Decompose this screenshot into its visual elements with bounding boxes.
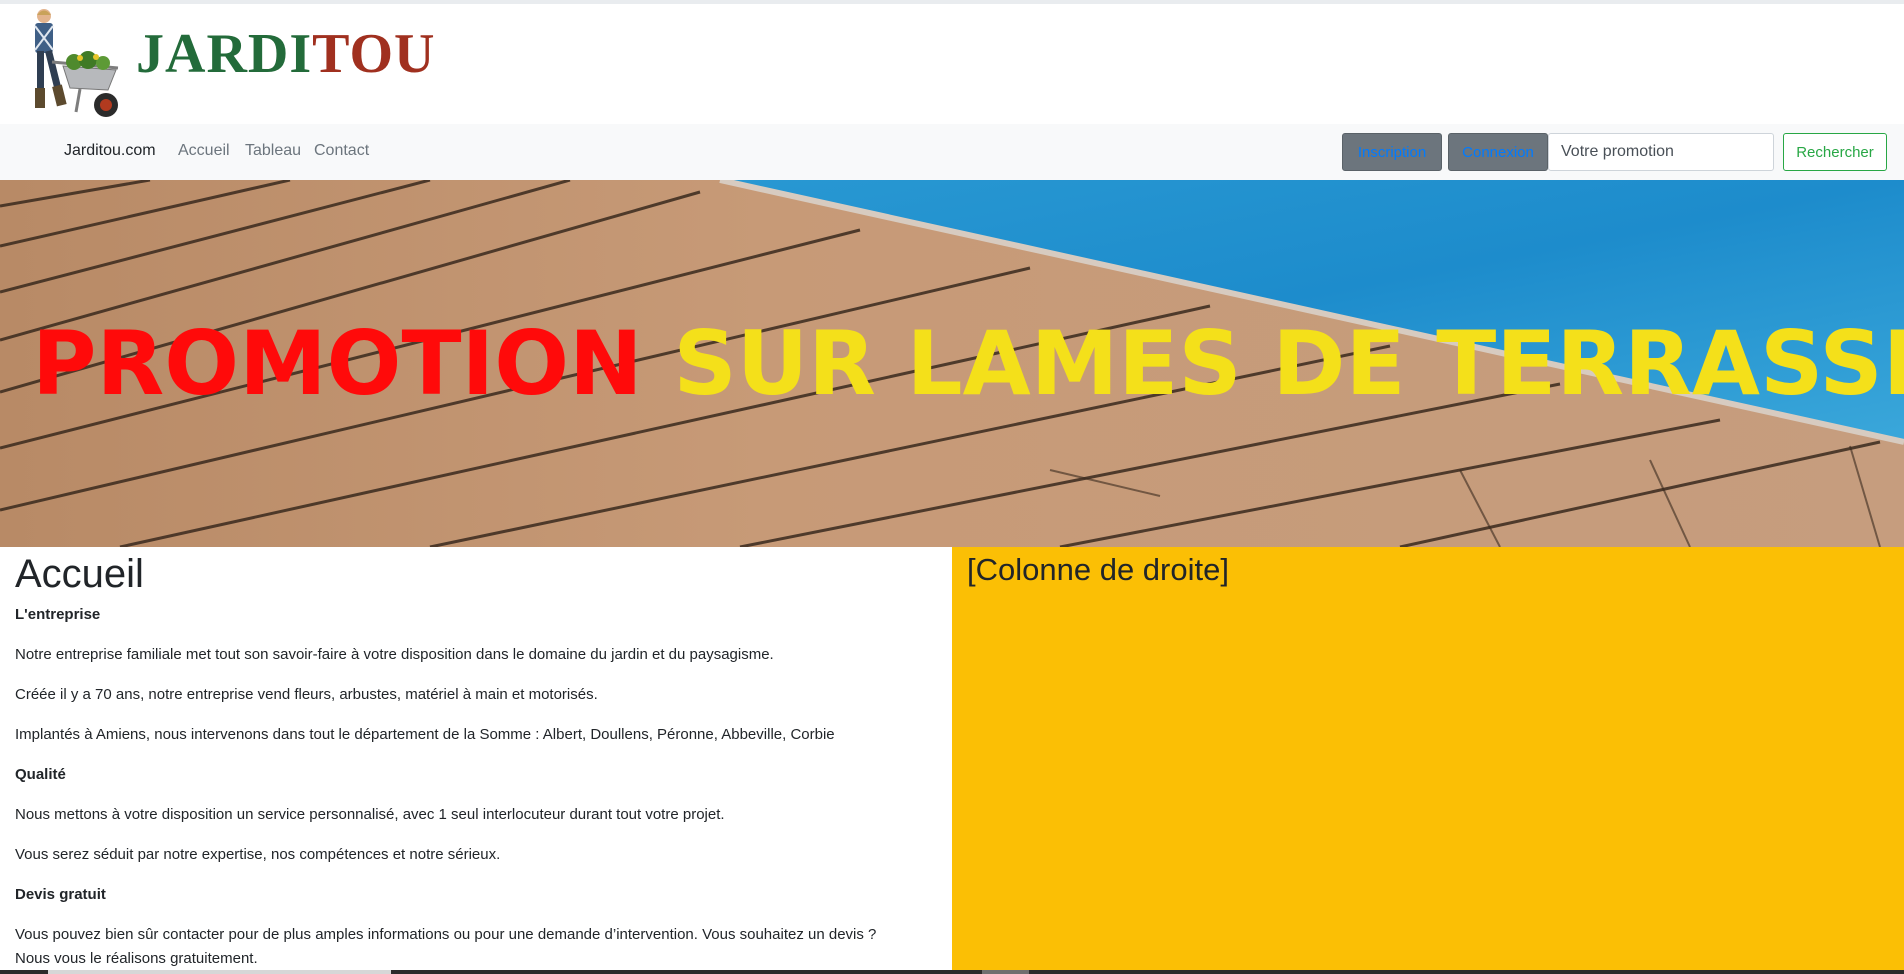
- right-column-title: [Colonne de droite]: [967, 552, 1229, 587]
- paragraph-qualite-1: Nous mettons à votre disposition un serv…: [15, 806, 725, 823]
- taskbar-strip: [0, 970, 1904, 974]
- paragraph-entreprise-1: Notre entreprise familiale met tout son …: [15, 646, 774, 663]
- promotion-banner: PROMOTION SUR LAMES DE TERRASSE: [0, 180, 1904, 547]
- taskbar-segment: [48, 970, 391, 974]
- section-heading-devis: Devis gratuit: [15, 886, 106, 903]
- inscription-button[interactable]: Inscription: [1342, 133, 1442, 171]
- main-navbar: Jarditou.com Accueil Tableau Contact Ins…: [0, 124, 1904, 180]
- paragraph-entreprise-2: Créée il y a 70 ans, notre entreprise ve…: [15, 686, 598, 703]
- logo-text-part-tou: TOU: [312, 23, 436, 85]
- banner-words-terrasse: SUR LAMES DE TERRASSE: [673, 312, 1904, 415]
- right-column: [Colonne de droite]: [952, 547, 1904, 970]
- paragraph-entreprise-3: Implantés à Amiens, nous intervenons dan…: [15, 726, 835, 743]
- gardener-wheelbarrow-logo-icon: [34, 9, 119, 117]
- section-heading-entreprise: L'entreprise: [15, 606, 101, 623]
- main-content: Accueil L'entreprise Notre entreprise fa…: [0, 547, 952, 970]
- nav-link-contact[interactable]: Contact: [314, 142, 369, 160]
- paragraph-qualite-2: Vous serez séduit par notre expertise, n…: [15, 846, 501, 863]
- taskbar-segment-active: [982, 970, 1029, 974]
- search-button[interactable]: Rechercher: [1783, 133, 1887, 171]
- promotion-search-input[interactable]: [1548, 133, 1774, 171]
- connexion-button[interactable]: Connexion: [1448, 133, 1548, 171]
- navbar-brand-link[interactable]: Jarditou.com: [64, 142, 156, 160]
- banner-headline: PROMOTION SUR LAMES DE TERRASSE: [32, 320, 1904, 408]
- page-title: Accueil: [15, 552, 144, 596]
- nav-link-tableau[interactable]: Tableau: [245, 142, 301, 160]
- banner-word-promotion: PROMOTION: [32, 312, 643, 415]
- nav-link-accueil[interactable]: Accueil: [178, 142, 230, 160]
- section-heading-qualite: Qualité: [15, 766, 66, 783]
- paragraph-devis-2: Nous vous le réalisons gratuitement.: [15, 950, 258, 967]
- site-logo-text[interactable]: JARDITOU: [136, 26, 435, 82]
- logo-text-part-jardi: JARDI: [136, 23, 313, 85]
- site-header: JARDITOU: [0, 4, 1904, 124]
- paragraph-devis-1: Vous pouvez bien sûr contacter pour de p…: [15, 926, 877, 943]
